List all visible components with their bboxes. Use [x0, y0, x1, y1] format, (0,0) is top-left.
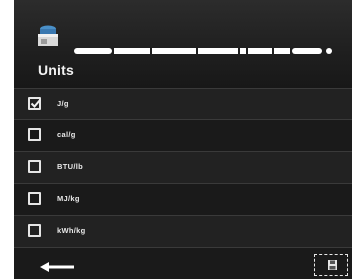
unit-label: kWh/kg — [57, 226, 86, 235]
save-button[interactable] — [314, 254, 348, 276]
unit-row-btu-per-lb[interactable]: BTU/lb — [14, 152, 352, 184]
units-list: J/g cal/g BTU/lb MJ/kg kWh/kg — [14, 88, 352, 248]
checkbox[interactable] — [28, 224, 41, 237]
header: Units — [14, 0, 352, 88]
page-title: Units — [38, 62, 74, 78]
checkbox-checked[interactable] — [28, 97, 41, 110]
unit-row-mj-per-kg[interactable]: MJ/kg — [14, 184, 352, 216]
unit-row-cal-per-g[interactable]: cal/g — [14, 120, 352, 152]
save-icon — [328, 260, 337, 270]
checkbox[interactable] — [28, 128, 41, 141]
checkbox[interactable] — [28, 160, 41, 173]
app-window: Units J/g cal/g BTU/lb MJ/kg kWh/kg — [14, 0, 352, 279]
unit-label: J/g — [57, 99, 69, 108]
checkbox[interactable] — [28, 192, 41, 205]
progress-bar — [74, 41, 336, 54]
unit-label: BTU/lb — [57, 162, 83, 171]
unit-label: MJ/kg — [57, 194, 80, 203]
app-icon — [34, 22, 62, 48]
unit-label: cal/g — [57, 130, 76, 139]
unit-row-j-per-g[interactable]: J/g — [14, 88, 352, 120]
unit-row-kwh-per-kg[interactable]: kWh/kg — [14, 216, 352, 248]
back-arrow-icon[interactable] — [40, 259, 74, 272]
footer-toolbar — [14, 248, 352, 279]
